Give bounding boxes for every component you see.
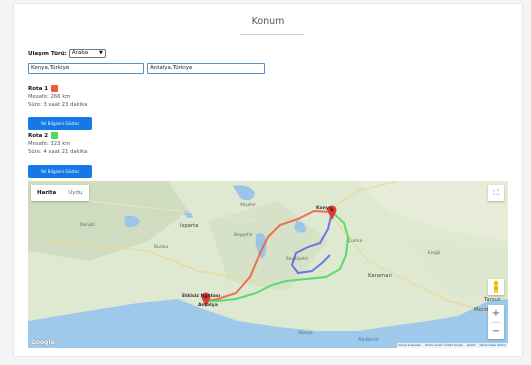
map-label-burdur: Burdur: [154, 245, 169, 250]
route-1-distance: Mesafe: 266 km: [28, 94, 71, 100]
route-2-info-button[interactable]: Yol Bilgisini Göster: [28, 165, 92, 178]
report-error-link[interactable]: Harita hatası bildirin: [480, 344, 506, 347]
zoom-in-button[interactable]: +: [488, 305, 504, 322]
map-view[interactable]: Konya Etkisiz Noktası Antalya Karaman Me…: [28, 181, 508, 348]
route-1-title: Rota 1: [28, 85, 59, 92]
route-2-label: Rota 2: [28, 132, 49, 139]
fullscreen-icon: ⛶: [493, 189, 499, 197]
route-1-duration: Süre: 3 saat 23 dakika: [28, 101, 88, 108]
map-label-beysehir: Beyşehir: [234, 233, 253, 238]
route-1-info: Mesafe: 266 km Süre: 3 saat 23 dakika: [28, 94, 87, 109]
page-title: Konum: [251, 16, 285, 27]
map-label-aksehir: Akşehir: [240, 203, 256, 208]
map-type-control: Harita Uydu: [31, 185, 89, 201]
route-2-color-swatch: [51, 132, 59, 139]
map-type-satellite-button[interactable]: Uydu: [62, 185, 88, 201]
map-label-eregli: Ereğli: [428, 251, 441, 256]
origin-value: Konya,Türkiye: [31, 65, 70, 71]
map-type-map-button[interactable]: Harita: [31, 185, 62, 201]
map-data-text: Harita verileri ©2024 Google: [425, 344, 463, 347]
origin-input[interactable]: Konya,Türkiye: [28, 63, 144, 74]
map-label-tarsus: Tarsus: [484, 297, 501, 303]
pegman-icon: [493, 280, 499, 293]
keyboard-shortcuts-link[interactable]: Klavye kısayolları: [399, 344, 422, 347]
destination-input[interactable]: Antalya,Türkiye: [147, 63, 265, 74]
map-label-sea: Akdeniz: [358, 337, 379, 343]
map-label-karaman: Karaman: [368, 273, 392, 279]
route-2-info: Mesafe: 323 km Süre: 4 saat 21 dakika: [28, 141, 87, 156]
map-label-origin: Konya: [316, 206, 332, 211]
map-canvas: [28, 181, 508, 348]
map-label-seydisehir: Seydişehir: [286, 257, 309, 262]
zoom-control: + −: [488, 305, 504, 339]
destination-value: Antalya,Türkiye: [150, 65, 193, 71]
transport-row: Ulaşım Türü: Araba ▼: [28, 49, 106, 58]
title-underline: [240, 34, 304, 35]
transport-select[interactable]: Araba ▼: [68, 49, 106, 58]
route-2-duration: Süre: 4 saat 21 dakika: [28, 148, 88, 155]
street-view-pegman-button[interactable]: [488, 279, 504, 295]
route-1-info-button[interactable]: Yol Bilgisini Göster: [28, 117, 92, 130]
map-label-cumra: Çumra: [348, 239, 363, 244]
zoom-out-button[interactable]: −: [488, 323, 504, 340]
transport-label: Ulaşım Türü:: [28, 50, 67, 57]
location-card: Konum Ulaşım Türü: Araba ▼ Konya,Türkiye…: [13, 3, 523, 357]
map-label-destination: Antalya: [198, 303, 218, 308]
route-2-title: Rota 2: [28, 132, 59, 139]
google-logo: Google: [31, 339, 55, 346]
map-label-alanya: Alanya: [298, 331, 313, 336]
chevron-down-icon: ▼: [98, 50, 103, 56]
map-label-denizli: Denizli: [80, 223, 95, 228]
fullscreen-button[interactable]: ⛶: [488, 185, 504, 201]
route-1-color-swatch: [51, 85, 59, 92]
terms-link[interactable]: Şartlar: [467, 344, 476, 347]
map-attribution: Klavye kısayolları Harita verileri ©2024…: [396, 343, 508, 348]
map-label-isparta: Isparta: [180, 223, 199, 229]
route-2-distance: Mesafe: 323 km: [28, 141, 71, 147]
transport-selected-value: Araba: [71, 50, 89, 56]
map-label-waypoint: Etkisiz Noktası: [182, 294, 221, 299]
route-1-label: Rota 1: [28, 85, 49, 92]
